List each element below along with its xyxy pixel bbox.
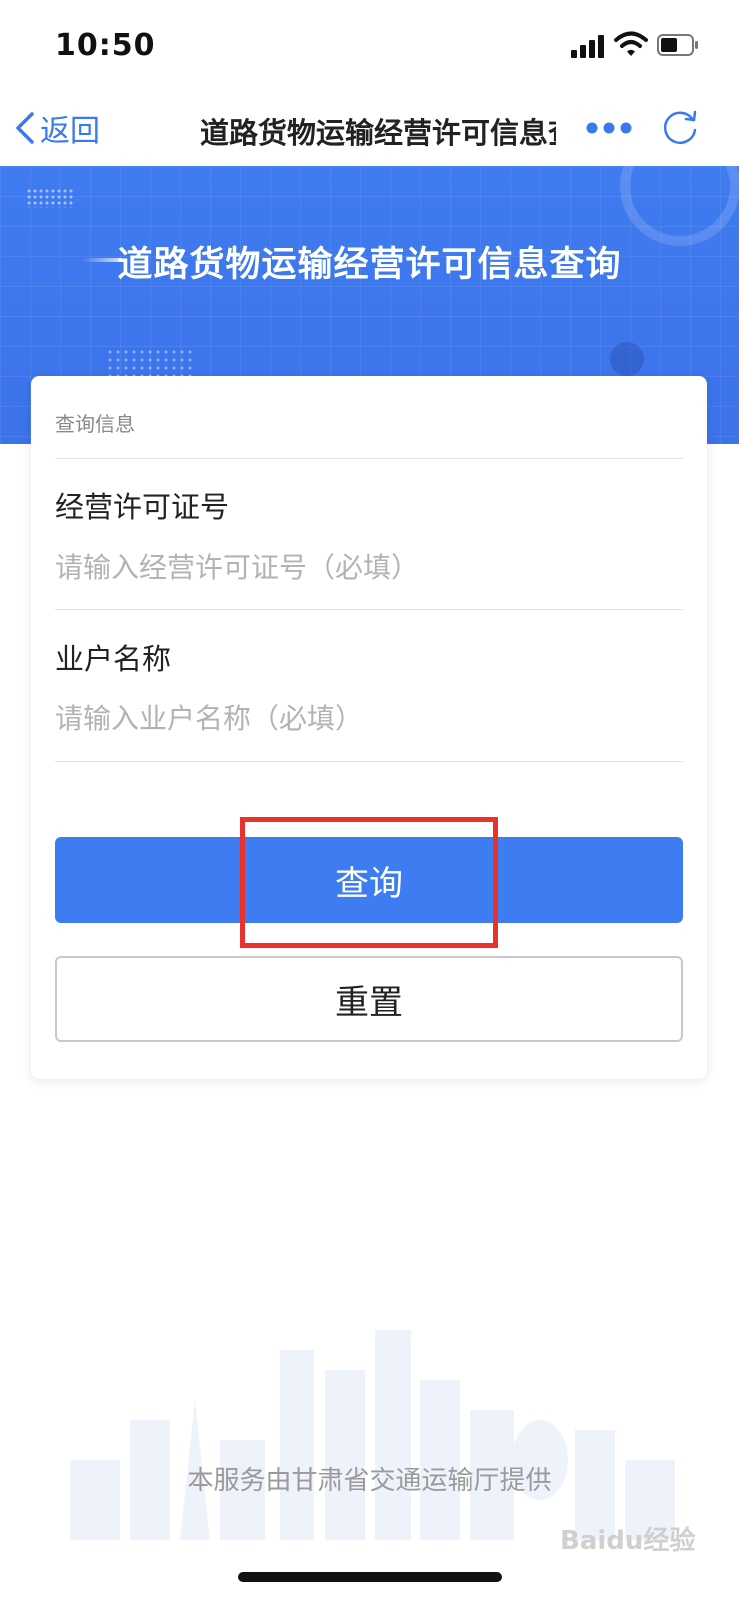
banner-decoration-ball [610,342,644,376]
banner-decoration-dots [26,188,74,208]
divider [55,609,683,610]
home-indicator [238,1572,502,1582]
highlight-annotation-box [240,817,498,948]
divider [55,458,683,459]
baidu-watermark: Baidu经验 [560,1526,696,1556]
refresh-icon[interactable] [660,108,700,148]
owner-name-label: 业户名称 [55,642,172,676]
status-bar: 10:50 [0,0,739,92]
banner-title: 道路货物运输经营许可信息查询 [117,245,622,285]
owner-name-input[interactable] [55,697,675,739]
signal-icon [571,34,605,58]
license-number-input[interactable] [55,546,675,588]
reset-button[interactable]: 重置 [55,956,683,1042]
page-title: 道路货物运输经营许可信息查询 [200,116,556,150]
nav-bar: 返回 道路货物运输经营许可信息查询 [0,92,739,166]
wifi-icon [614,31,648,56]
city-skyline-illustration [70,1330,675,1540]
divider [55,761,683,762]
status-time: 10:50 [55,28,156,63]
back-label: 返回 [40,114,100,149]
back-button[interactable]: 返回 [14,108,100,149]
query-form-card: 查询信息 经营许可证号 业户名称 查询 重置 [31,376,707,1079]
footer-provider-text: 本服务由甘肃省交通运输厅提供 [187,1466,552,1496]
chevron-left-icon [16,112,34,144]
section-label: 查询信息 [55,412,135,436]
battery-icon [657,34,698,56]
more-icon[interactable] [586,120,632,136]
license-number-label: 经营许可证号 [55,490,230,524]
